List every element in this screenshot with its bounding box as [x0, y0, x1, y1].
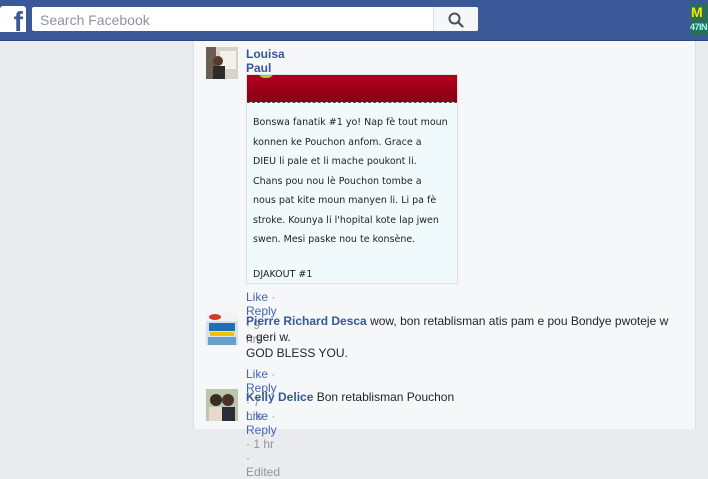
- separator: ·: [246, 451, 250, 465]
- comment-body: Kelly Delice Bon retablisman Pouchon: [246, 389, 708, 405]
- comment-author[interactable]: Pierre Richard Desca: [246, 314, 367, 328]
- attachment-line: swen. Mesi paske nou te konsène.: [253, 234, 416, 245]
- comments-feed: Louisa Paul Bonswa fanatik #1 yo! Nap fè…: [193, 41, 696, 479]
- separator: ·: [246, 437, 250, 451]
- attachment-line: DIEU li pale et li mache poukont li.: [253, 156, 417, 167]
- comment-text: e geri w.: [246, 330, 291, 344]
- comment-author[interactable]: Kelly Delice: [246, 390, 313, 404]
- avatar[interactable]: [206, 313, 238, 345]
- attachment-line: Chans pou nou lè Pouchon tombe a: [253, 175, 422, 187]
- attachment-signature: DJAKOUT #1: [253, 269, 313, 280]
- attachment-line: Bonswa fanatik #1 yo! Nap fè tout moun: [253, 117, 448, 128]
- attachment-text: Bonswa fanatik #1 yo! Nap fè tout moun k…: [253, 113, 453, 250]
- avatar-photo-icon: [206, 313, 238, 345]
- comment-body: Louisa Paul: [246, 47, 285, 75]
- search-icon: [448, 12, 464, 28]
- separator: ·: [271, 367, 276, 381]
- edited-label[interactable]: Edited: [246, 465, 280, 479]
- search-box: [32, 7, 478, 31]
- separator: ·: [271, 290, 276, 304]
- comment-text: Bon retablisman Pouchon: [316, 390, 455, 404]
- profile-avatar[interactable]: M 47IN: [690, 4, 708, 36]
- comment-author[interactable]: Louisa Paul: [246, 47, 285, 75]
- like-link[interactable]: Like: [246, 290, 268, 304]
- comment-actions: Like · Reply · 1 hr · Edited: [246, 409, 280, 479]
- reply-link[interactable]: Reply: [246, 423, 277, 437]
- comment-time[interactable]: 1 hr: [253, 437, 274, 451]
- comment-body: Pierre Richard Desca wow, bon retablisma…: [246, 313, 708, 361]
- attachment-line: stroke. Kounya li l'hopital kote lap jwe…: [253, 214, 439, 226]
- comment-text: GOD BLESS YOU.: [246, 346, 348, 360]
- like-link[interactable]: Like: [246, 409, 268, 423]
- attachment-line: konnen ke Pouchon anfom. Grace a: [253, 136, 422, 148]
- comment-image-attachment[interactable]: Bonswa fanatik #1 yo! Nap fè tout moun k…: [246, 74, 458, 284]
- logo-letter: f: [13, 6, 23, 37]
- profile-badge-top: M: [691, 4, 703, 20]
- search-input[interactable]: [38, 10, 432, 30]
- profile-badge-bottom: 47IN: [690, 22, 708, 32]
- attachment-banner: [247, 75, 457, 102]
- avatar-photo-icon: [206, 389, 238, 421]
- top-navigation-bar: f M 47IN: [0, 0, 708, 41]
- comment-text: wow, bon retablisman atis pam e pou Bond…: [370, 314, 669, 328]
- facebook-logo-icon[interactable]: f: [0, 6, 26, 36]
- avatar-photo-icon: [206, 47, 238, 79]
- attachment-divider: [247, 102, 457, 103]
- separator: ·: [271, 409, 276, 423]
- avatar[interactable]: [206, 47, 238, 79]
- search-button[interactable]: [433, 7, 478, 31]
- attachment-line: nous pat kite moun manyen li. Li pa fè: [253, 195, 437, 206]
- like-link[interactable]: Like: [246, 367, 268, 381]
- avatar[interactable]: [206, 389, 238, 421]
